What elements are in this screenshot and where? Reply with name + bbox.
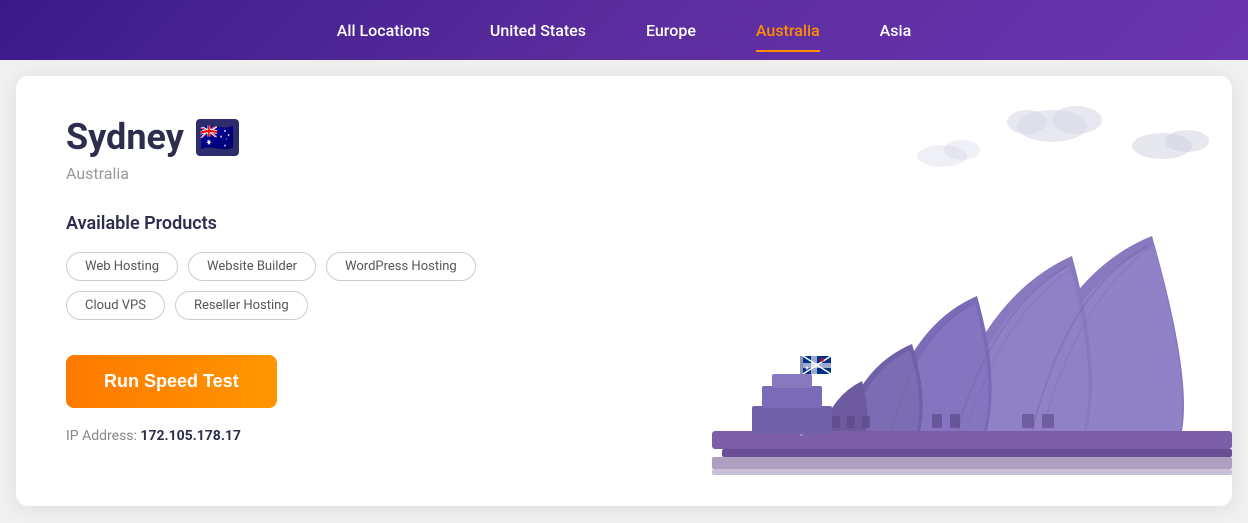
product-reseller-hosting[interactable]: Reseller Hosting: [175, 291, 308, 320]
available-products-title: Available Products: [66, 213, 566, 234]
products-list: Web Hosting Website Builder WordPress Ho…: [66, 252, 566, 320]
navigation-bar: All Locations United States Europe Austr…: [0, 0, 1248, 60]
nav-item-united-states[interactable]: United States: [490, 13, 586, 48]
nav-item-europe[interactable]: Europe: [646, 13, 696, 48]
city-row: Sydney 🇦🇺: [66, 116, 566, 158]
left-content: Sydney 🇦🇺 Australia Available Products W…: [66, 116, 566, 444]
product-wordpress-hosting[interactable]: WordPress Hosting: [326, 252, 476, 281]
sydney-opera-house-illustration: [632, 76, 1232, 506]
product-web-hosting[interactable]: Web Hosting: [66, 252, 178, 281]
ip-value: 172.105.178.17: [140, 428, 241, 444]
product-website-builder[interactable]: Website Builder: [188, 252, 316, 281]
product-cloud-vps[interactable]: Cloud VPS: [66, 291, 165, 320]
australia-flag-icon: 🇦🇺: [196, 119, 239, 156]
city-name: Sydney: [66, 116, 184, 158]
nav-item-asia[interactable]: Asia: [880, 13, 912, 48]
nav-item-australia[interactable]: Australia: [756, 13, 820, 48]
ip-address-row: IP Address: 172.105.178.17: [66, 428, 566, 444]
ip-label: IP Address:: [66, 428, 137, 444]
country-name: Australia: [66, 164, 566, 183]
nav-item-all-locations[interactable]: All Locations: [337, 13, 430, 48]
location-card: Sydney 🇦🇺 Australia Available Products W…: [16, 76, 1232, 506]
run-speed-test-button[interactable]: Run Speed Test: [66, 355, 277, 408]
